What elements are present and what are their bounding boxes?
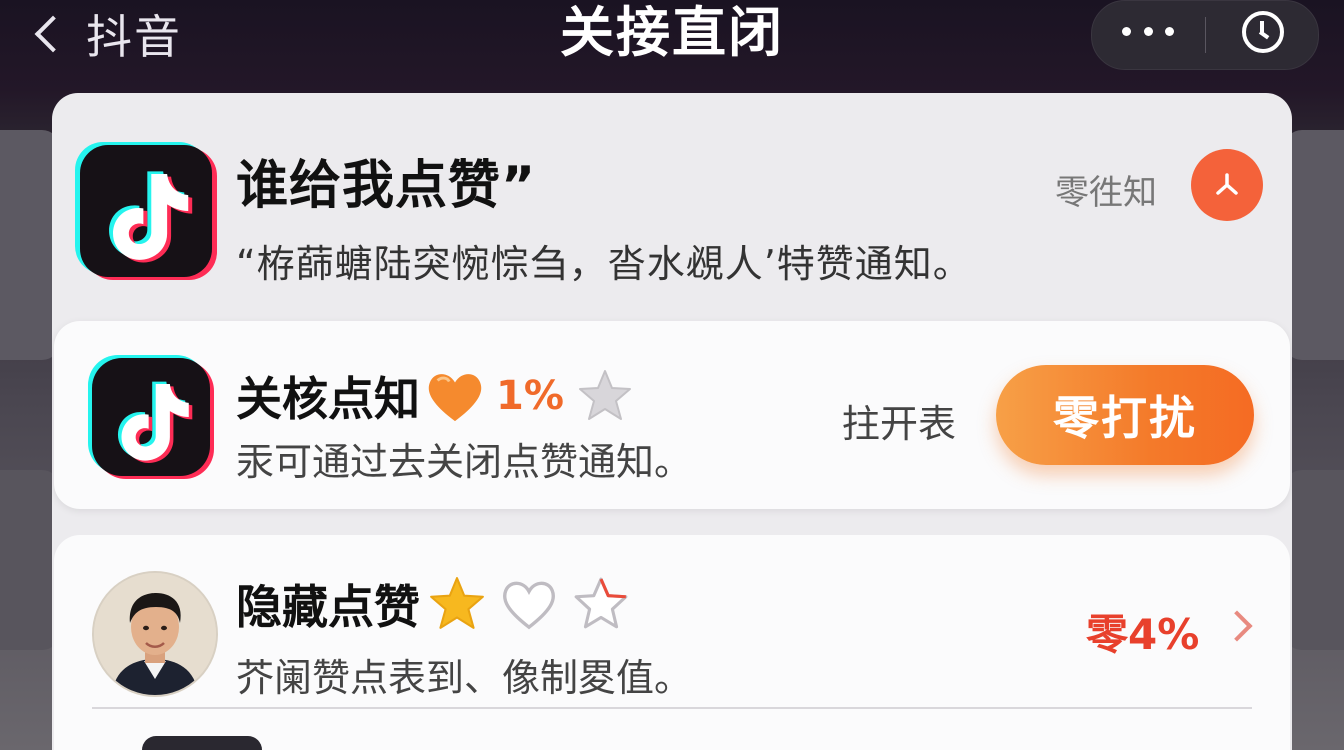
more-icon[interactable]: [1122, 21, 1174, 41]
row-title: 关核点知: [236, 372, 420, 426]
settings-panel: 谁给我点赞” “栫蒒螗陆突惋悰刍，沓水覕人’特赞通知。 零徃知 关核点知 1%: [52, 93, 1292, 750]
chevron-right-icon: [1221, 610, 1253, 642]
background-card-right: [1284, 130, 1344, 360]
row-subtitle: 汞可通过去关闭点赞通知。: [236, 440, 693, 484]
gold-star-icon: [430, 577, 484, 629]
tiktok-logo-icon: [80, 145, 212, 277]
star-icon: [578, 370, 631, 420]
capsule-divider: [1205, 17, 1206, 53]
like-notification-row: 关核点知 1% 汞可通过去关闭点赞通知。 拄开表 零打扰: [54, 321, 1290, 509]
background-card-left-2: [0, 470, 60, 650]
heart-outline-icon: [503, 581, 555, 630]
row-subtitle: 芥阑赞点表到、像制畟值。: [236, 656, 693, 700]
star-outline-icon: [574, 577, 628, 629]
header-tag: 零徃知: [1055, 173, 1157, 213]
percent-value: 1%: [496, 373, 564, 419]
do-not-disturb-button[interactable]: 零打扰: [996, 365, 1254, 465]
background-card-right-2: [1284, 470, 1344, 650]
open-label[interactable]: 拄开表: [842, 393, 956, 448]
percent-value: 零4%: [1086, 610, 1200, 659]
hide-likes-row[interactable]: 隐藏点赞 芥阑赞点表到、像制畟值。 零4%: [54, 535, 1290, 750]
clock-icon[interactable]: [1242, 11, 1284, 53]
mini-program-capsule: [1091, 0, 1319, 70]
header-title: 谁给我点赞”: [236, 156, 537, 216]
row-title: 隐藏点赞: [236, 580, 420, 634]
header-subtitle: “栫蒒螗陆突惋悰刍，沓水覕人’特赞通知。: [236, 242, 972, 286]
heart-icon: [428, 374, 482, 422]
share-icon: [1216, 173, 1238, 195]
header-card: 谁给我点赞” “栫蒒螗陆突惋悰刍，沓水覕人’特赞通知。 零徃知: [52, 93, 1292, 323]
top-bar: 抖音 关接直闭: [0, 0, 1344, 92]
background-card-left: [0, 130, 60, 360]
avatar: [92, 571, 218, 697]
next-row-avatar-peek: [142, 736, 262, 750]
row-title-group: 关核点知 1%: [236, 361, 634, 431]
row-title-group: 隐藏点赞: [236, 569, 632, 639]
tiktok-logo-icon: [92, 358, 210, 476]
divider: [92, 707, 1252, 709]
share-button[interactable]: [1191, 149, 1263, 221]
